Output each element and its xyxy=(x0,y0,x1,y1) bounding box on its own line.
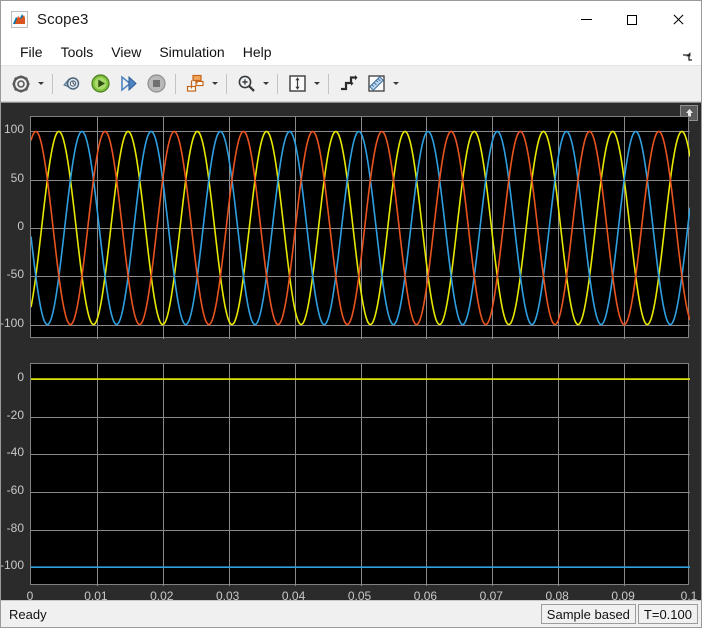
status-bar: Ready Sample based T=0.100 xyxy=(1,600,701,627)
measurements-dropdown-arrow[interactable] xyxy=(390,71,402,97)
top-plot-ytick-label: -50 xyxy=(6,267,24,282)
close-icon xyxy=(672,14,684,26)
layout-dropdown-arrow[interactable] xyxy=(209,71,221,97)
minimize-icon xyxy=(580,19,592,20)
menu-view[interactable]: View xyxy=(102,41,150,63)
bottom-plot-xtick-label: 0.09 xyxy=(611,589,635,600)
title-bar: Scope3 xyxy=(1,1,701,38)
layout-button[interactable] xyxy=(181,70,209,98)
scope-window: Scope3 File Tools View Simulation Help 1… xyxy=(0,0,702,628)
top-plot-canvas xyxy=(31,117,690,339)
measurements-button[interactable] xyxy=(362,70,390,98)
toolbar-separator xyxy=(226,73,227,94)
bottom-plot-xtick-label: 0.04 xyxy=(281,589,306,600)
signal-step-icon xyxy=(340,75,357,91)
maximize-icon xyxy=(627,14,637,25)
stop-button[interactable] xyxy=(142,70,170,98)
chevron-down-icon xyxy=(212,82,218,85)
status-state: Ready xyxy=(9,606,47,622)
chevron-down-icon xyxy=(38,82,44,85)
configuration-properties-button[interactable] xyxy=(7,70,35,98)
gear-icon xyxy=(12,75,30,92)
bottom-plot-canvas xyxy=(31,364,690,586)
bottom-plot-xtick-label: 0.06 xyxy=(413,589,438,600)
toolbar-separator xyxy=(277,73,278,94)
menu-file[interactable]: File xyxy=(11,41,52,63)
simulation-settings-button[interactable] xyxy=(58,70,86,98)
step-forward-button[interactable] xyxy=(114,70,142,98)
matlab-scope-icon xyxy=(11,11,28,28)
undock-arrow-icon[interactable] xyxy=(681,51,693,63)
minimize-button[interactable] xyxy=(563,1,609,38)
bottom-plot[interactable] xyxy=(30,363,690,586)
bottom-plot-ytick-label: -80 xyxy=(6,520,24,535)
top-plot-ytick-label: 100 xyxy=(3,122,24,137)
bottom-plot-xtick-label: 0.07 xyxy=(479,589,503,600)
ruler-icon xyxy=(367,75,385,92)
bottom-plot-ytick-label: 0 xyxy=(17,370,24,385)
bottom-plot-xtick-label: 0.08 xyxy=(545,589,569,600)
zoom-button[interactable] xyxy=(232,70,260,98)
clock-settings-icon xyxy=(62,77,79,90)
magnifier-plus-icon xyxy=(238,75,255,92)
bottom-plot-xtick-label: 0.02 xyxy=(150,589,174,600)
run-button[interactable] xyxy=(86,70,114,98)
bottom-plot-xtick-label: 0 xyxy=(26,589,34,600)
top-plot[interactable] xyxy=(30,116,690,339)
menu-simulation[interactable]: Simulation xyxy=(150,41,233,63)
configuration-dropdown-arrow[interactable] xyxy=(35,71,47,97)
play-icon xyxy=(90,74,110,93)
menu-tools[interactable]: Tools xyxy=(52,41,103,63)
stop-icon xyxy=(146,74,166,93)
chevron-down-icon xyxy=(263,82,269,85)
toolbar-separator xyxy=(52,73,53,94)
scope-display-area[interactable]: 100 50 0 -50 -100 0 -20 -40 -60 -80 -100 0 0.01 0.02 0… xyxy=(1,102,701,600)
bottom-plot-ytick-label: -60 xyxy=(6,482,24,497)
toolbar-separator xyxy=(328,73,329,94)
maximize-button[interactable] xyxy=(609,1,655,38)
status-frame-mode: Sample based xyxy=(540,604,636,624)
menu-help[interactable]: Help xyxy=(234,41,281,63)
status-time: T=0.100 xyxy=(637,604,698,624)
chevron-down-icon xyxy=(393,82,399,85)
window-title: Scope3 xyxy=(37,11,89,28)
autoscale-dropdown-arrow[interactable] xyxy=(311,71,323,97)
cursor-measurements-button[interactable] xyxy=(334,70,362,98)
status-cells: Sample based T=0.100 xyxy=(539,604,698,624)
bottom-plot-ytick-label: -100 xyxy=(1,558,24,573)
chevron-down-icon xyxy=(314,82,320,85)
close-button[interactable] xyxy=(655,1,701,38)
toolbar-separator xyxy=(175,73,176,94)
bottom-plot-xtick-label: 0.05 xyxy=(347,589,372,600)
bottom-plot-ytick-label: -20 xyxy=(6,407,24,422)
window-controls xyxy=(563,1,701,38)
autoscale-button[interactable] xyxy=(283,70,311,98)
toolbar xyxy=(1,66,701,102)
scope-wave-glyph xyxy=(13,14,25,24)
bottom-plot-xtick-label: 0.01 xyxy=(84,589,108,600)
layout-icon xyxy=(186,74,204,92)
bottom-plot-xtick-label: 0.03 xyxy=(216,589,240,600)
top-plot-ytick-label: 50 xyxy=(10,170,24,185)
bottom-plot-ytick-label: -40 xyxy=(6,445,24,460)
top-plot-ytick-label: 0 xyxy=(17,219,24,233)
step-forward-icon xyxy=(120,75,137,92)
bottom-plot-xtick-label: 0.1 xyxy=(680,589,698,600)
fit-to-view-icon xyxy=(288,75,306,92)
top-plot-ytick-label: -100 xyxy=(1,315,24,330)
menu-bar: File Tools View Simulation Help xyxy=(1,38,701,66)
zoom-dropdown-arrow[interactable] xyxy=(260,71,272,97)
